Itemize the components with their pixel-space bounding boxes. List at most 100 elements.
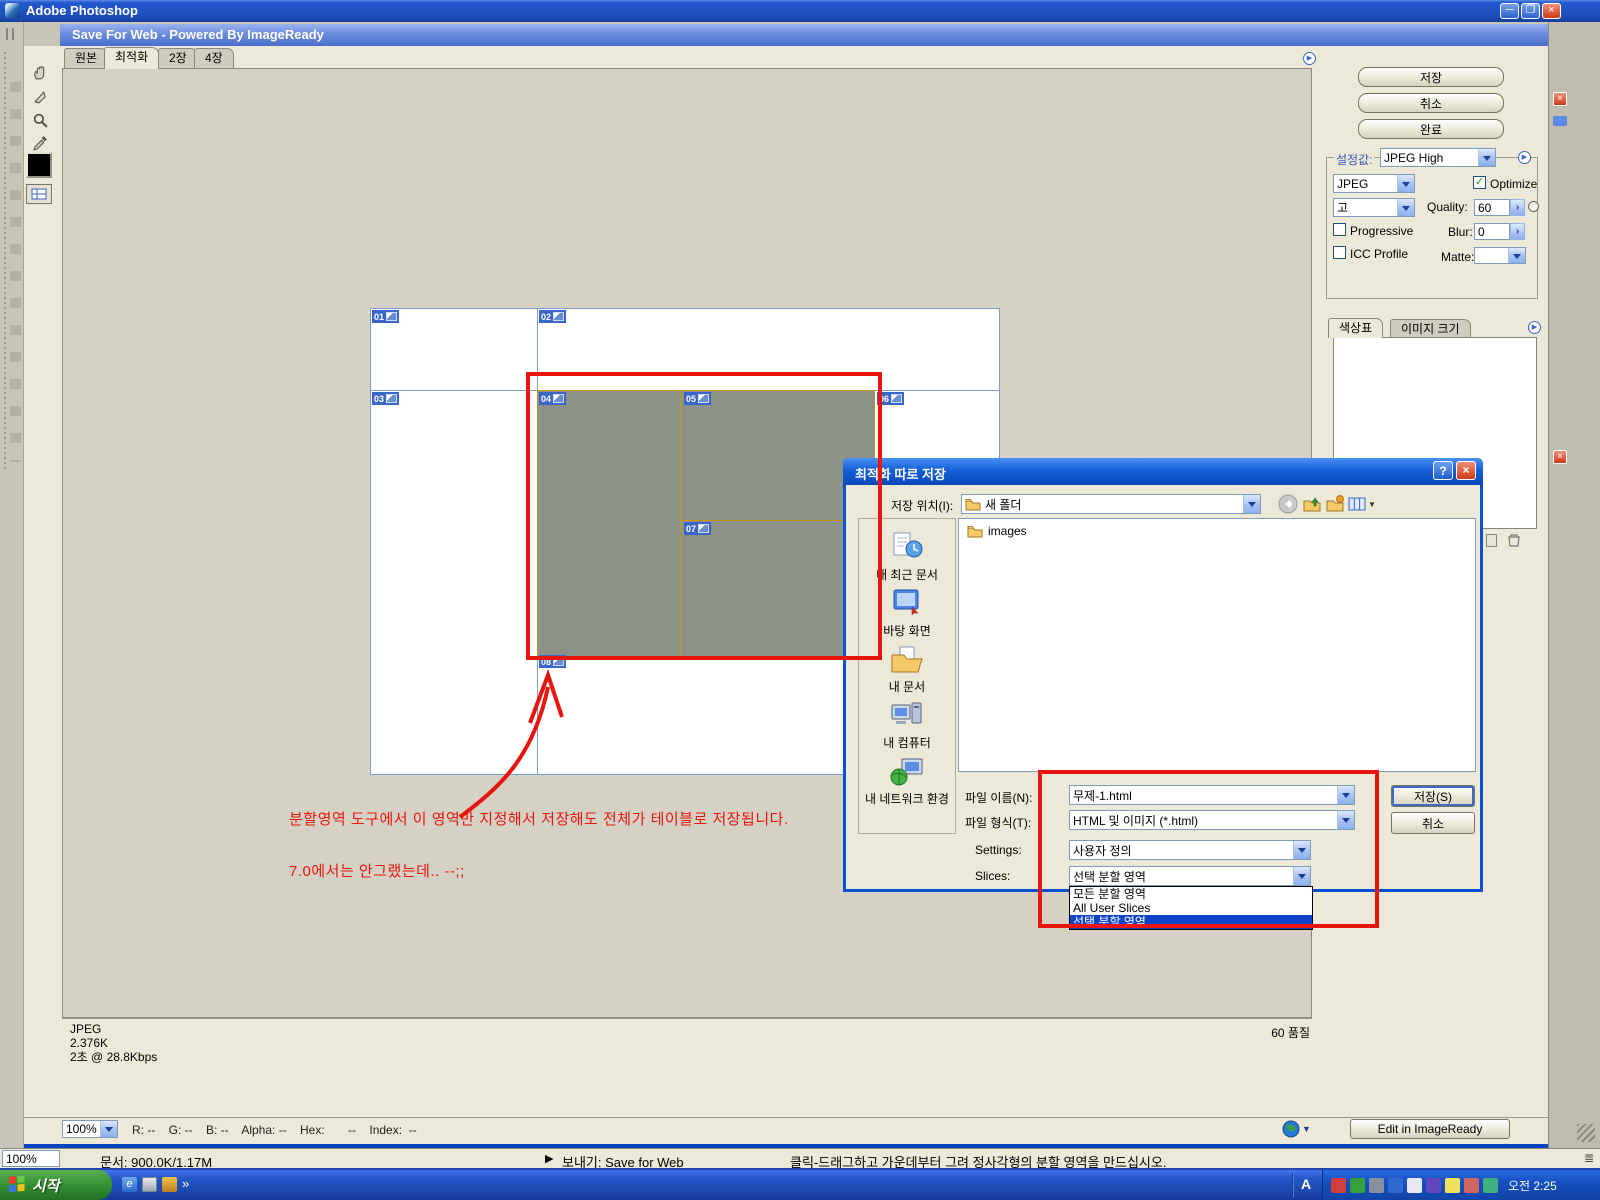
dropdown-arrow-icon[interactable] [1397, 175, 1414, 192]
dialog-titlebar[interactable]: 최적화 따로 저장 ? × [843, 458, 1483, 485]
status-format: JPEG [70, 1022, 157, 1036]
corner-patch [24, 22, 60, 46]
save-location-combo[interactable]: 새 폴더 [961, 494, 1261, 514]
dropdown-arrow-icon[interactable] [100, 1121, 117, 1137]
save-button[interactable]: 저장 [1358, 67, 1504, 87]
quick-launch-ie-icon[interactable]: e [122, 1177, 137, 1192]
tray-icon[interactable] [1331, 1178, 1346, 1193]
icc-profile-label: ICC Profile [1350, 247, 1408, 261]
taskbar-divider [1292, 1173, 1294, 1197]
tab-image-size[interactable]: 이미지 크기 [1390, 319, 1471, 338]
language-indicator[interactable]: A [1301, 1176, 1311, 1192]
help-button[interactable]: ? [1433, 461, 1453, 480]
color-table-menu-arrow-icon[interactable]: ▶ [1528, 321, 1541, 334]
settings-preset-combo[interactable]: JPEG High [1380, 148, 1496, 167]
quality-preset-combo[interactable]: 고 [1333, 198, 1415, 217]
start-button[interactable]: 시작 [0, 1170, 112, 1200]
toolbox-icons-sliver [10, 82, 21, 462]
format-combo[interactable]: JPEG [1333, 174, 1415, 193]
tray-icon[interactable] [1388, 1178, 1403, 1193]
new-swatch-icon[interactable] [1486, 534, 1497, 547]
status-size: 2.376K [70, 1036, 157, 1050]
tray-icon[interactable] [1350, 1178, 1365, 1193]
tray-icon[interactable] [1369, 1178, 1384, 1193]
sidebar-item-my-computer[interactable]: 내 컴퓨터 [859, 699, 955, 751]
optimize-checkbox[interactable]: ✓ [1473, 176, 1486, 189]
window-resize-grip[interactable] [1577, 1124, 1595, 1142]
slice-select-tool-icon[interactable] [28, 86, 52, 108]
edit-in-imageready-button[interactable]: Edit in ImageReady [1350, 1119, 1510, 1139]
maximize-button[interactable]: ❐ [1521, 3, 1540, 19]
cancel-button[interactable]: 취소 [1358, 93, 1504, 113]
dialog-cancel-button[interactable]: 취소 [1391, 812, 1475, 834]
quality-spinner[interactable]: › [1510, 199, 1525, 216]
slice-image-icon [386, 312, 397, 321]
system-tray: 오전 2:25 [1322, 1170, 1600, 1200]
eyedropper-tool-icon[interactable] [28, 132, 52, 154]
sidebar-item-network[interactable]: 내 네트워크 환경 [859, 755, 955, 807]
zoom-tool-icon[interactable] [28, 109, 52, 131]
hand-tool-icon[interactable] [28, 62, 52, 84]
quick-launch-desktop-icon[interactable] [142, 1177, 157, 1192]
settings-field-label: Settings: [975, 843, 1022, 857]
progressive-checkbox[interactable] [1333, 223, 1346, 236]
matte-combo[interactable] [1474, 247, 1526, 264]
folder-icon [967, 524, 983, 538]
view-menu-icon[interactable]: ▼ [1348, 496, 1376, 512]
blur-field[interactable]: 0 [1474, 223, 1510, 240]
tab-4up[interactable]: 4장 [194, 48, 234, 69]
app-title: Adobe Photoshop [26, 3, 138, 18]
tray-icon[interactable] [1445, 1178, 1460, 1193]
dropdown-arrow-icon[interactable] [1508, 248, 1525, 263]
status-quality: 60 품질 [1230, 1024, 1310, 1041]
zoom-level-combo[interactable]: 100% [62, 1120, 118, 1138]
settings-menu-arrow-icon[interactable]: ▶ [1518, 151, 1531, 164]
zoom-percent-field[interactable]: 100% [2, 1150, 60, 1167]
tab-original[interactable]: 원본 [64, 48, 108, 69]
status-menu-icon[interactable]: ≣ [1584, 1151, 1594, 1165]
file-list[interactable]: images [958, 518, 1476, 772]
tab-2up[interactable]: 2장 [158, 48, 198, 69]
eyedropper-color-swatch[interactable] [26, 152, 52, 178]
palette-close-icon[interactable]: × [1553, 92, 1567, 106]
filename-label: 파일 이름(N): [965, 789, 1033, 806]
browser-preview-globe-icon[interactable] [1282, 1120, 1300, 1141]
back-icon[interactable] [1278, 494, 1298, 517]
up-folder-icon[interactable] [1302, 494, 1322, 517]
icc-profile-checkbox[interactable] [1333, 246, 1346, 259]
tray-icon[interactable] [1483, 1178, 1498, 1193]
tray-icon[interactable] [1407, 1178, 1422, 1193]
filetype-label: 파일 형식(T): [965, 814, 1031, 831]
quality-channel-icon[interactable] [1528, 201, 1539, 212]
trash-icon[interactable] [1506, 532, 1522, 551]
minimize-button[interactable]: ─ [1500, 3, 1519, 19]
quick-launch-icon[interactable] [162, 1177, 177, 1192]
slice-badge[interactable]: 03 [372, 392, 399, 405]
dialog-close-button[interactable]: × [1456, 461, 1476, 480]
tray-icon[interactable] [1426, 1178, 1441, 1193]
my-documents-icon [888, 643, 926, 675]
slice-badge[interactable]: 02 [539, 310, 566, 323]
new-folder-icon[interactable] [1325, 494, 1345, 517]
status-arrow-icon[interactable]: ▶ [545, 1152, 553, 1165]
tray-icon[interactable] [1464, 1178, 1479, 1193]
tab-color-table[interactable]: 색상표 [1328, 318, 1383, 338]
preview-dropdown-arrow-icon[interactable]: ▼ [1302, 1124, 1311, 1134]
quality-field[interactable]: 60 [1474, 199, 1510, 216]
tab-optimized[interactable]: 최적화 [104, 47, 159, 69]
tab-menu-arrow-icon[interactable]: ▶ [1303, 52, 1316, 65]
quick-launch-overflow-icon[interactable]: » [182, 1176, 189, 1191]
toggle-slices-visibility-icon[interactable] [26, 184, 52, 204]
close-button[interactable]: × [1542, 3, 1561, 19]
blur-spinner[interactable]: › [1510, 223, 1525, 240]
slice-badge[interactable]: 01 [372, 310, 399, 323]
optimize-label: Optimize [1490, 177, 1537, 191]
file-item-images[interactable]: images [959, 519, 1475, 543]
palette-close-icon[interactable]: × [1553, 450, 1567, 464]
done-button[interactable]: 완료 [1358, 119, 1504, 139]
annotation-rectangle-slices [526, 372, 882, 660]
dropdown-arrow-icon[interactable] [1243, 495, 1260, 513]
dialog-save-button[interactable]: 저장(S) [1391, 785, 1475, 807]
dropdown-arrow-icon[interactable] [1478, 149, 1495, 166]
dropdown-arrow-icon[interactable] [1397, 199, 1414, 216]
